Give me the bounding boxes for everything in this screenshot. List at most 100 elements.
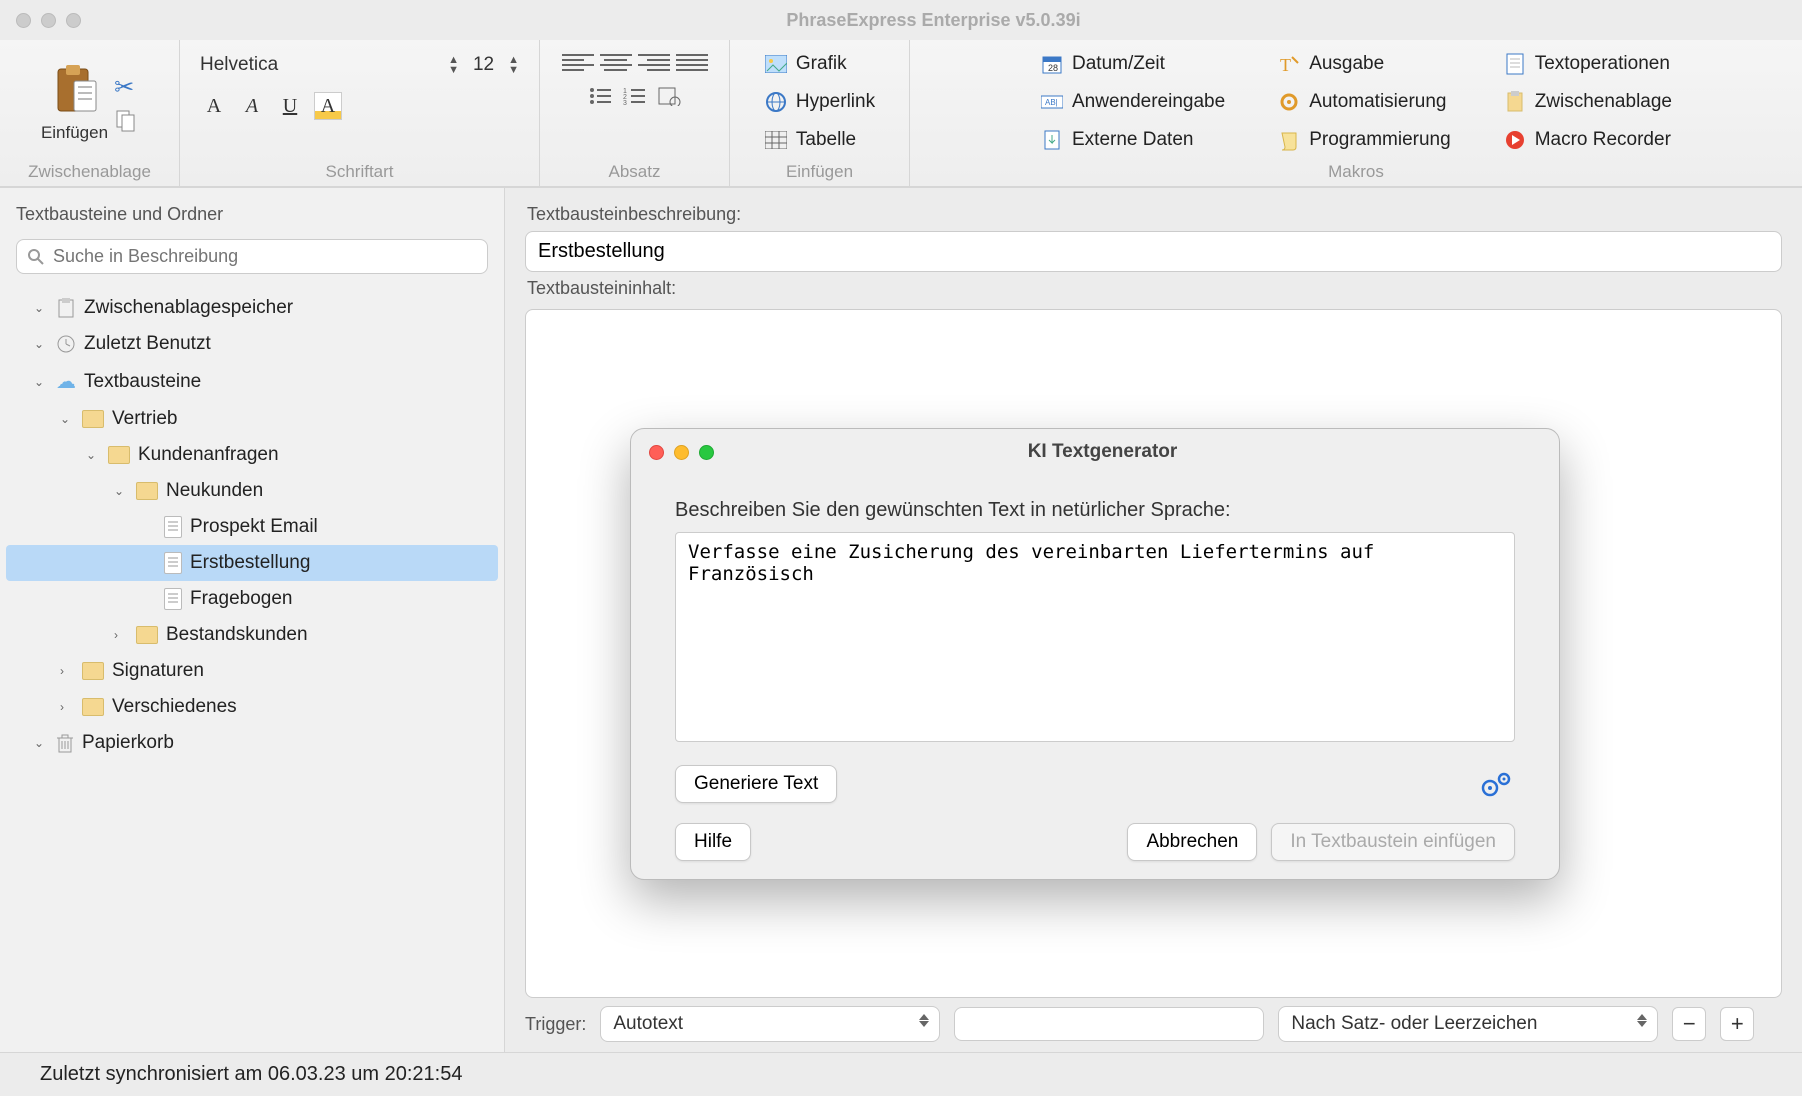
macro-programming-button[interactable]: Programmierung	[1271, 124, 1457, 156]
ribbon: Einfügen ✂ Zwischenablage Helvetica ▲▼ 1…	[0, 40, 1802, 187]
titlebar: PhraseExpress Enterprise v5.0.39i	[0, 0, 1802, 40]
sync-status: Zuletzt synchronisiert am 06.03.23 um 20…	[40, 1063, 462, 1085]
cancel-button[interactable]: Abbrechen	[1127, 823, 1257, 861]
minimize-window-button[interactable]	[41, 13, 56, 28]
close-window-button[interactable]	[16, 13, 31, 28]
image-icon	[764, 52, 788, 76]
font-name-selector[interactable]: Helvetica	[200, 54, 278, 76]
svg-text:28: 28	[1048, 63, 1058, 73]
description-label: Textbausteinbeschreibung:	[527, 204, 1780, 225]
tree-item-trash[interactable]: ⌄Papierkorb	[6, 725, 498, 761]
folder-icon	[82, 698, 104, 716]
prompt-label: Beschreiben Sie den gewünschten Text in …	[675, 499, 1515, 522]
dialog-titlebar: KI Textgenerator	[631, 429, 1559, 475]
tree-item-newcustomers[interactable]: ⌄Neukunden	[6, 473, 498, 509]
zoom-window-button[interactable]	[66, 13, 81, 28]
window-title: PhraseExpress Enterprise v5.0.39i	[81, 10, 1786, 31]
macro-userinput-button[interactable]: AB|Anwendereingabe	[1034, 86, 1231, 118]
remove-trigger-button[interactable]: −	[1672, 1007, 1706, 1041]
document-icon	[164, 552, 182, 574]
bullet-list-button[interactable]	[589, 86, 613, 106]
cut-button[interactable]: ✂	[114, 73, 138, 102]
macro-recorder-button[interactable]: Macro Recorder	[1497, 124, 1678, 156]
trigger-mode-select[interactable]: Nach Satz- oder Leerzeichen	[1278, 1006, 1658, 1042]
autotext-input[interactable]	[954, 1007, 1264, 1041]
trigger-type-select[interactable]: Autotext	[600, 1006, 940, 1042]
trash-icon	[56, 733, 74, 753]
numbered-list-button[interactable]: 123	[623, 86, 647, 106]
font-name-stepper[interactable]: ▲▼	[448, 55, 459, 75]
align-center-button[interactable]	[600, 48, 632, 76]
calendar-icon: 28	[1040, 52, 1064, 76]
copy-button[interactable]	[114, 108, 138, 132]
tree-item-prospect[interactable]: ›Prospekt Email	[6, 509, 498, 545]
description-input[interactable]	[525, 231, 1782, 272]
macro-clipboard-button[interactable]: Zwischenablage	[1497, 86, 1678, 118]
tree-item-survey[interactable]: ›Fragebogen	[6, 581, 498, 617]
traffic-lights	[16, 13, 81, 28]
format-font-button[interactable]: A	[200, 92, 228, 120]
tree-item-sales[interactable]: ⌄Vertrieb	[6, 401, 498, 437]
tree-item-existing[interactable]: ›Bestandskunden	[6, 617, 498, 653]
search-input[interactable]	[53, 246, 477, 267]
ribbon-group-macros: 28Datum/Zeit AB|Anwendereingabe Externe …	[910, 40, 1802, 186]
insert-table-button[interactable]: Tabelle	[758, 124, 862, 156]
copy-icon	[114, 108, 138, 132]
ribbon-group-insert: Grafik Hyperlink Tabelle Einfügen	[730, 40, 910, 186]
macro-automation-button[interactable]: Automatisierung	[1271, 86, 1457, 118]
dialog-zoom-button[interactable]	[699, 445, 714, 460]
table-icon	[764, 128, 788, 152]
paragraph-settings-button[interactable]	[657, 86, 681, 106]
italic-button[interactable]: A	[238, 92, 266, 120]
scroll-icon	[1277, 128, 1301, 152]
macro-datetime-button[interactable]: 28Datum/Zeit	[1034, 48, 1231, 80]
sidebar: Textbausteine und Ordner ⌄Zwischenablage…	[0, 188, 505, 1052]
record-icon	[1503, 128, 1527, 152]
ribbon-group-clipboard: Einfügen ✂ Zwischenablage	[0, 40, 180, 186]
macro-externaldata-button[interactable]: Externe Daten	[1034, 124, 1231, 156]
tree-item-signatures[interactable]: ›Signaturen	[6, 653, 498, 689]
paste-button[interactable]: Einfügen	[41, 61, 108, 143]
search-box[interactable]	[16, 239, 488, 274]
settings-gears-icon[interactable]	[1479, 769, 1515, 799]
tree-item-inquiries[interactable]: ⌄Kundenanfragen	[6, 437, 498, 473]
ai-textgenerator-dialog: KI Textgenerator Beschreiben Sie den gew…	[630, 428, 1560, 880]
align-justify-button[interactable]	[676, 48, 708, 76]
font-size-selector[interactable]: 12	[473, 54, 494, 76]
help-button[interactable]: Hilfe	[675, 823, 751, 861]
output-icon: T	[1277, 52, 1301, 76]
folder-icon	[82, 410, 104, 428]
add-trigger-button[interactable]: +	[1720, 1007, 1754, 1041]
underline-button[interactable]: U	[276, 92, 304, 120]
group-label-paragraph: Absatz	[609, 162, 661, 182]
svg-text:3: 3	[623, 100, 627, 106]
insert-hyperlink-button[interactable]: Hyperlink	[758, 86, 881, 118]
group-label-insert: Einfügen	[786, 162, 853, 182]
macro-textops-button[interactable]: Textoperationen	[1497, 48, 1678, 80]
highlight-button[interactable]: A	[314, 92, 342, 120]
tree: ⌄Zwischenablagespeicher ⌄Zuletzt Benutzt…	[0, 282, 504, 1052]
svg-text:AB|: AB|	[1045, 98, 1058, 107]
macro-output-button[interactable]: TAusgabe	[1271, 48, 1457, 80]
generate-button[interactable]: Generiere Text	[675, 765, 837, 803]
input-icon: AB|	[1040, 90, 1064, 114]
ribbon-group-paragraph: 123 Absatz	[540, 40, 730, 186]
tree-item-recent[interactable]: ⌄Zuletzt Benutzt	[6, 326, 498, 362]
dialog-title: KI Textgenerator	[714, 441, 1541, 463]
tree-item-misc[interactable]: ›Verschiedenes	[6, 689, 498, 725]
content-label: Textbausteininhalt:	[527, 278, 1780, 299]
align-right-button[interactable]	[638, 48, 670, 76]
globe-icon	[764, 90, 788, 114]
folder-icon	[136, 482, 158, 500]
clipboard-small-icon	[1503, 90, 1527, 114]
dialog-minimize-button[interactable]	[674, 445, 689, 460]
tree-item-firstorder[interactable]: ›Erstbestellung	[6, 545, 498, 581]
dialog-close-button[interactable]	[649, 445, 664, 460]
group-label-font: Schriftart	[325, 162, 393, 182]
tree-item-clipboard[interactable]: ⌄Zwischenablagespeicher	[6, 290, 498, 326]
prompt-textarea[interactable]	[675, 532, 1515, 742]
insert-graphic-button[interactable]: Grafik	[758, 48, 853, 80]
font-size-stepper[interactable]: ▲▼	[508, 55, 519, 75]
align-left-button[interactable]	[562, 48, 594, 76]
tree-item-phrases[interactable]: ⌄☁Textbausteine	[6, 362, 498, 401]
